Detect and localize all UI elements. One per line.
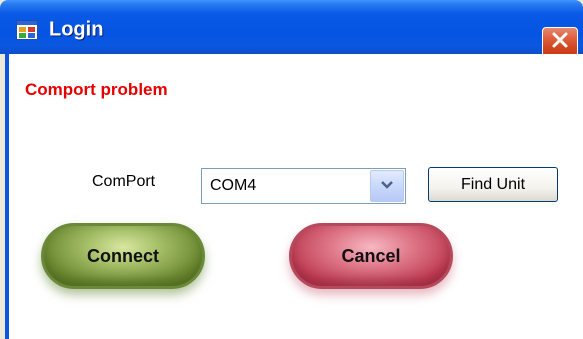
- window-title: Login: [49, 18, 104, 41]
- comport-label: ComPort: [92, 173, 156, 190]
- title-bar[interactable]: Login: [0, 0, 583, 57]
- chevron-down-icon: [380, 177, 394, 195]
- comport-selected-value: COM4: [210, 177, 257, 194]
- comport-select[interactable]: COM4: [201, 168, 406, 204]
- connect-button[interactable]: Connect: [41, 223, 205, 289]
- comport-dropdown-button[interactable]: [370, 170, 404, 202]
- close-button[interactable]: [542, 27, 578, 57]
- app-window-icon: [16, 20, 38, 40]
- close-icon: [551, 31, 569, 54]
- find-unit-button[interactable]: Find Unit: [428, 167, 558, 202]
- cancel-button[interactable]: Cancel: [289, 223, 453, 289]
- status-message: Comport problem: [25, 80, 168, 99]
- login-window: Login Comport problem ComPort COM4 Find …: [0, 0, 583, 339]
